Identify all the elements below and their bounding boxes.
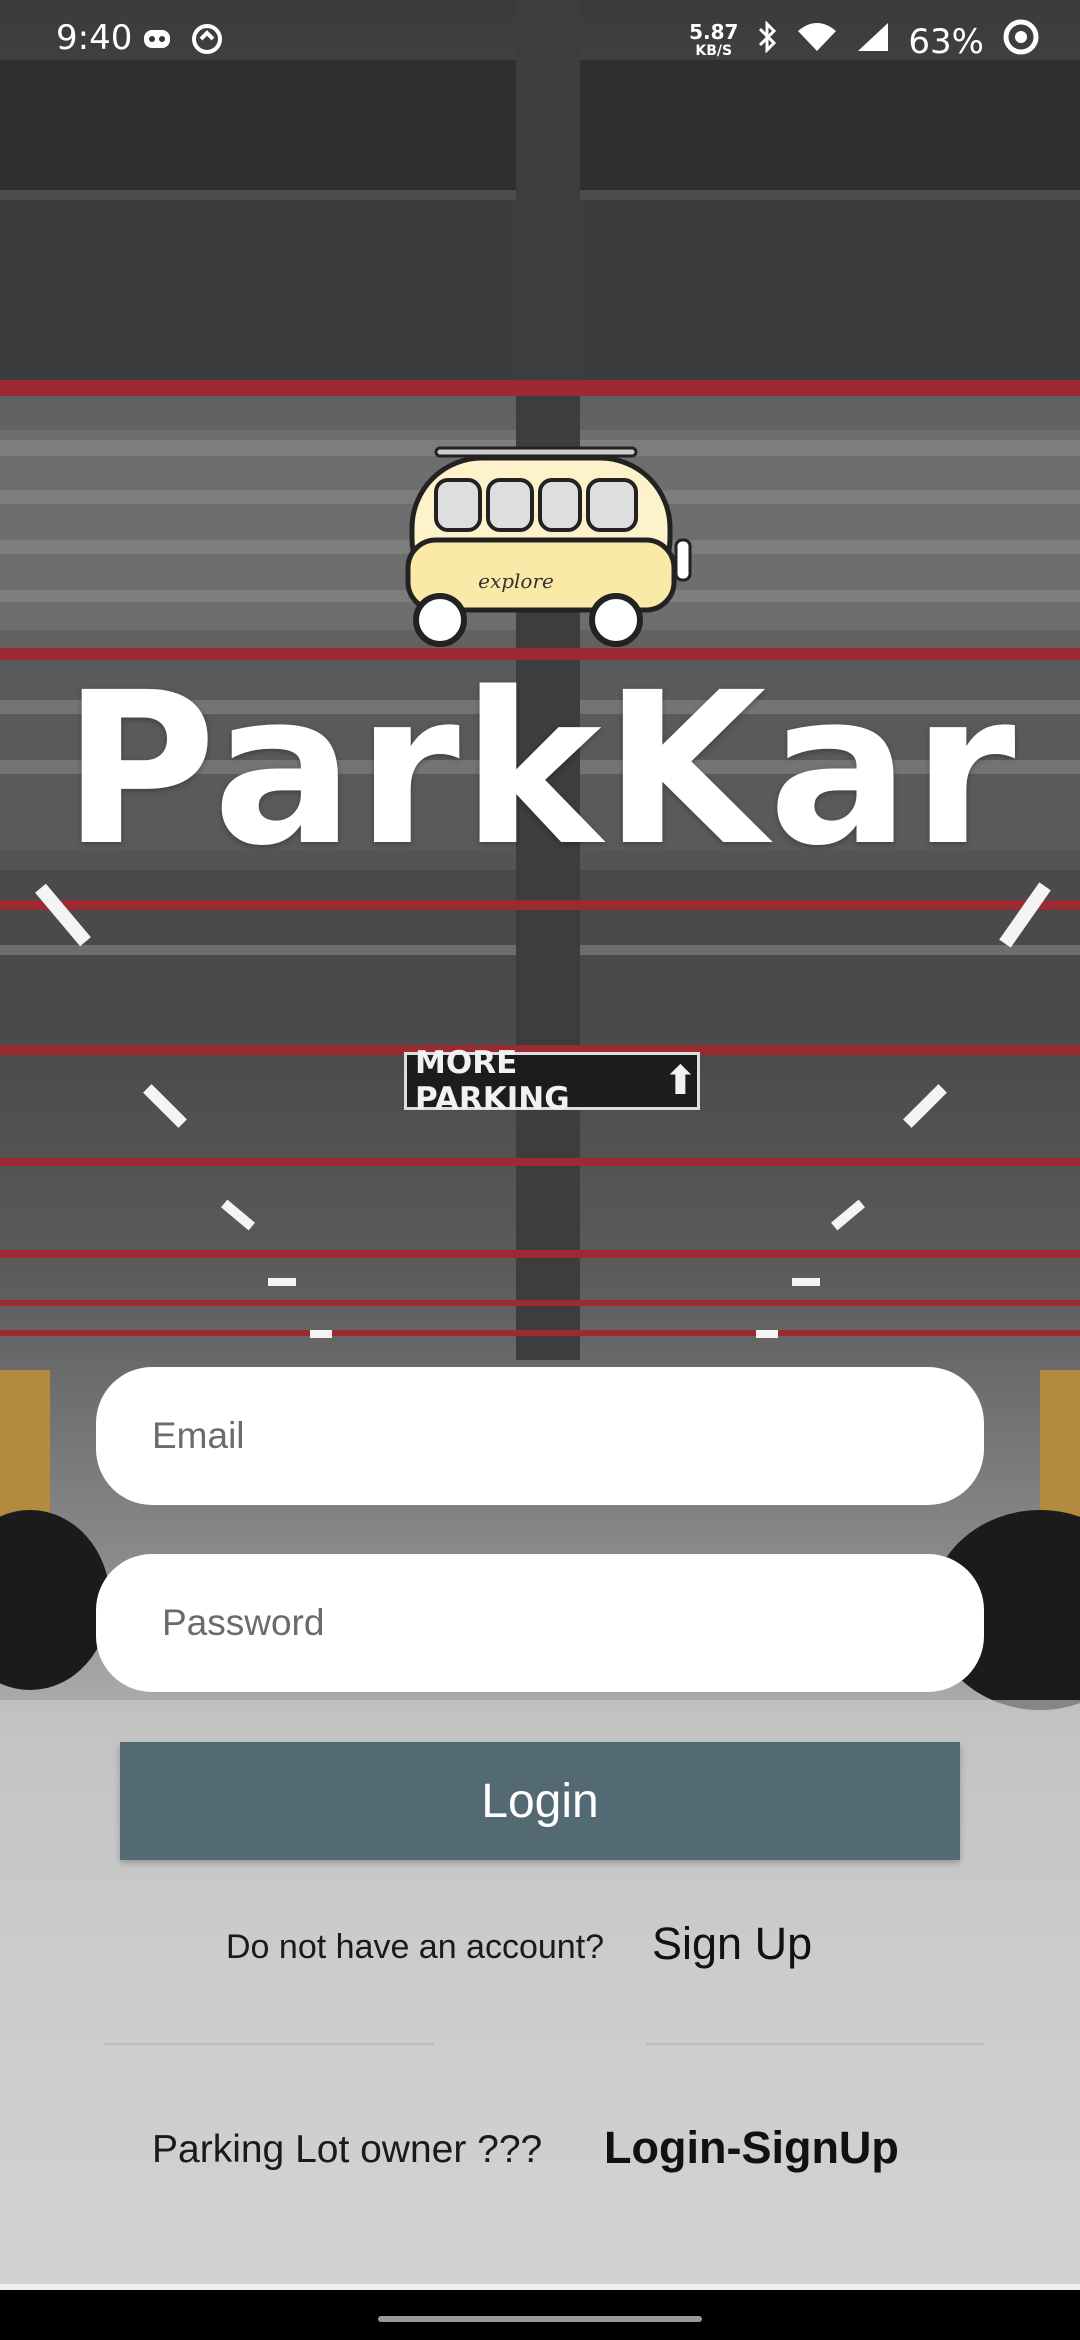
battery-icon — [1002, 18, 1040, 65]
more-parking-sign: MORE PARKING ⬆ — [404, 1045, 700, 1117]
divider-left — [104, 2043, 434, 2045]
network-speed-unit: KB/S — [695, 42, 733, 59]
owner-login-signup-link[interactable]: Login-SignUp — [604, 2122, 899, 2174]
van-window — [486, 478, 534, 532]
van-roof-rack — [434, 446, 638, 458]
navigation-bar — [0, 2290, 1080, 2340]
van-headlight — [674, 538, 692, 582]
signup-question: Do not have an account? — [226, 1928, 605, 1966]
login-screen: 9:40 5.87 KB/S 63% explore ParkKar MORE … — [0, 0, 1080, 2340]
signal-icon — [856, 21, 890, 62]
parking-owner-row: Parking Lot owner ??? Login-SignUp — [0, 2114, 1080, 2184]
discord-icon — [142, 22, 172, 62]
signup-row: Do not have an account? Sign Up — [0, 1910, 1080, 1980]
left-car — [0, 1510, 110, 1690]
signup-link[interactable]: Sign Up — [652, 1918, 812, 1970]
app-brand-title: ParkKar — [62, 647, 1018, 892]
van-logo: explore — [396, 440, 702, 660]
van-window — [586, 478, 638, 532]
van-wheel — [589, 593, 643, 647]
sign-text: MORE PARKING — [415, 1045, 570, 1117]
status-bar: 9:40 5.87 KB/S 63% — [0, 0, 1080, 80]
van-window — [434, 478, 482, 532]
owner-question: Parking Lot owner ??? — [152, 2128, 543, 2171]
wifi-icon — [796, 21, 838, 62]
battery-percent: 63% — [908, 21, 984, 62]
login-button[interactable]: Login — [120, 1742, 960, 1860]
status-right-cluster: 5.87 KB/S 63% — [689, 18, 1040, 65]
bluetooth-icon — [756, 20, 778, 62]
email-field[interactable] — [96, 1367, 984, 1505]
divider-right — [646, 2043, 984, 2045]
status-time: 9:40 — [56, 18, 133, 58]
sync-icon — [190, 22, 224, 65]
arrow-up-icon: ⬆ — [663, 1058, 697, 1104]
network-speed: 5.87 KB/S — [689, 19, 739, 61]
password-field[interactable] — [96, 1554, 984, 1692]
van-wheel — [413, 593, 467, 647]
van-logo-text: explore — [478, 569, 554, 593]
van-window — [538, 478, 582, 532]
gesture-handle[interactable] — [378, 2316, 702, 2322]
network-speed-value: 5.87 — [689, 19, 739, 44]
